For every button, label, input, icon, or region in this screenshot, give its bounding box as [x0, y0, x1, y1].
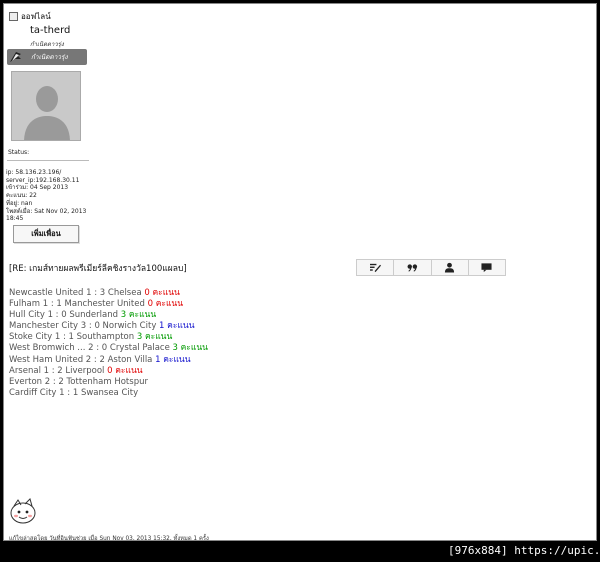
match-result-line: Newcastle United 1 : 3 Chelsea 0 คะแนน [9, 288, 208, 299]
edit-icon [369, 263, 381, 273]
points-badge: 1 คะแนน [155, 354, 191, 365]
rank-badge: กำเนิดดาวรุ่ง [7, 49, 87, 65]
image-watermark: [976x884] https://upic.me/ [448, 544, 600, 557]
rank-emblem-icon [10, 52, 21, 62]
add-friend-button[interactable]: เพิ่มเพื่อน [13, 225, 79, 243]
quote-icon [407, 264, 417, 272]
match-score: Manchester City 3 : 0 Norwich City [9, 321, 157, 332]
points-badge: 0 คะแนน [107, 365, 143, 376]
edit-note: แก้ไขล่าสุดโดย วันที่อินฟันช่วย เมื่อ Su… [9, 536, 209, 541]
match-result-line: West Bromwich ... 2 : 0 Crystal Palace 3… [9, 343, 208, 354]
user-server-ip: server_ip:192.168.30.11 [6, 176, 80, 184]
message-icon [481, 263, 492, 273]
status-label: Status: [8, 149, 30, 156]
avatar[interactable] [11, 71, 81, 141]
offline-checkbox[interactable] [9, 12, 18, 21]
rank-badge-label: กำเนิดดาวรุ่ง [31, 53, 68, 61]
quote-button[interactable] [393, 260, 430, 275]
match-result-line: Fulham 1 : 1 Manchester United 0 คะแนน [9, 299, 208, 310]
post-container: ออฟไลน์ ta-therd กำเนิดดาวรุ่ง กำเนิดดาว… [3, 3, 597, 541]
match-result-line: Manchester City 3 : 0 Norwich City 1 คะแ… [9, 321, 208, 332]
points-badge: 3 คะแนน [136, 332, 173, 343]
offline-label: ออฟไลน์ [21, 12, 51, 21]
post-body: Newcastle United 1 : 3 Chelsea 0 คะแนน Fu… [9, 288, 208, 399]
match-score: Newcastle United 1 : 3 Chelsea [9, 288, 142, 298]
profile-icon [445, 262, 455, 273]
match-result-line: West Ham United 2 : 2 Aston Villa 1 คะแน… [9, 355, 208, 366]
match-score: Everton 2 : 2 Tottenham Hotspur [9, 376, 148, 387]
post-toolbar [356, 259, 506, 276]
points-badge: 3 คะแนน [120, 310, 157, 321]
match-score: Fulham 1 : 1 Manchester United [9, 299, 145, 310]
match-result-line: Hull City 1 : 0 Sunderland 3 คะแนน [9, 310, 208, 321]
points-badge: 0 คะแนน [147, 299, 184, 310]
match-score: Cardiff City 1 : 1 Swansea City [9, 387, 139, 398]
match-result-line: Cardiff City 1 : 1 Swansea City [9, 388, 208, 399]
user-info: ip: 58.136.23.196/ server_ip:192.168.30.… [6, 169, 92, 223]
default-avatar-icon [12, 72, 80, 140]
post-date: โพสต์เมื่อ: Sat Nov 02, 2013 [6, 207, 87, 215]
match-result-line: Arsenal 1 : 2 Liverpool 0 คะแนน [9, 366, 208, 377]
message-button[interactable] [467, 260, 505, 275]
username-link[interactable]: ta-therd [30, 25, 70, 36]
online-status: ออฟไลน์ [9, 10, 51, 23]
signature-emoticon-icon [10, 498, 36, 524]
points-badge: 0 คะแนน [144, 288, 180, 298]
match-result-line: Stoke City 1 : 1 Southampton 3 คะแนน [9, 332, 208, 343]
match-score: Stoke City 1 : 1 Southampton [9, 332, 135, 343]
match-score: West Bromwich ... 2 : 0 Crystal Palace [9, 343, 170, 354]
divider [7, 160, 89, 161]
match-score: West Ham United 2 : 2 Aston Villa [9, 354, 153, 365]
user-joined: เข้าร่วม: 04 Sep 2013 [6, 184, 69, 192]
match-result-line: Everton 2 : 2 Tottenham Hotspur [9, 377, 208, 388]
user-location: ที่อยู่: nan [6, 199, 33, 207]
user-score: คะแนน: 22 [6, 192, 37, 200]
rank-subtitle: กำเนิดดาวรุ่ง [30, 41, 64, 48]
post-title: [RE: เกมส์ทายผลพรีเมียร์ลีคชิงรางวัล100แ… [9, 264, 187, 274]
match-score: Hull City 1 : 0 Sunderland [9, 310, 118, 321]
user-ip: ip: 58.136.23.196/ [6, 169, 62, 176]
profile-button[interactable] [430, 260, 468, 275]
post-time: 18:45 [6, 215, 24, 223]
match-score: Arsenal 1 : 2 Liverpool [9, 365, 105, 376]
edit-button[interactable] [357, 260, 393, 275]
points-badge: 3 คะแนน [172, 343, 208, 354]
points-badge: 1 คะแนน [159, 321, 195, 332]
